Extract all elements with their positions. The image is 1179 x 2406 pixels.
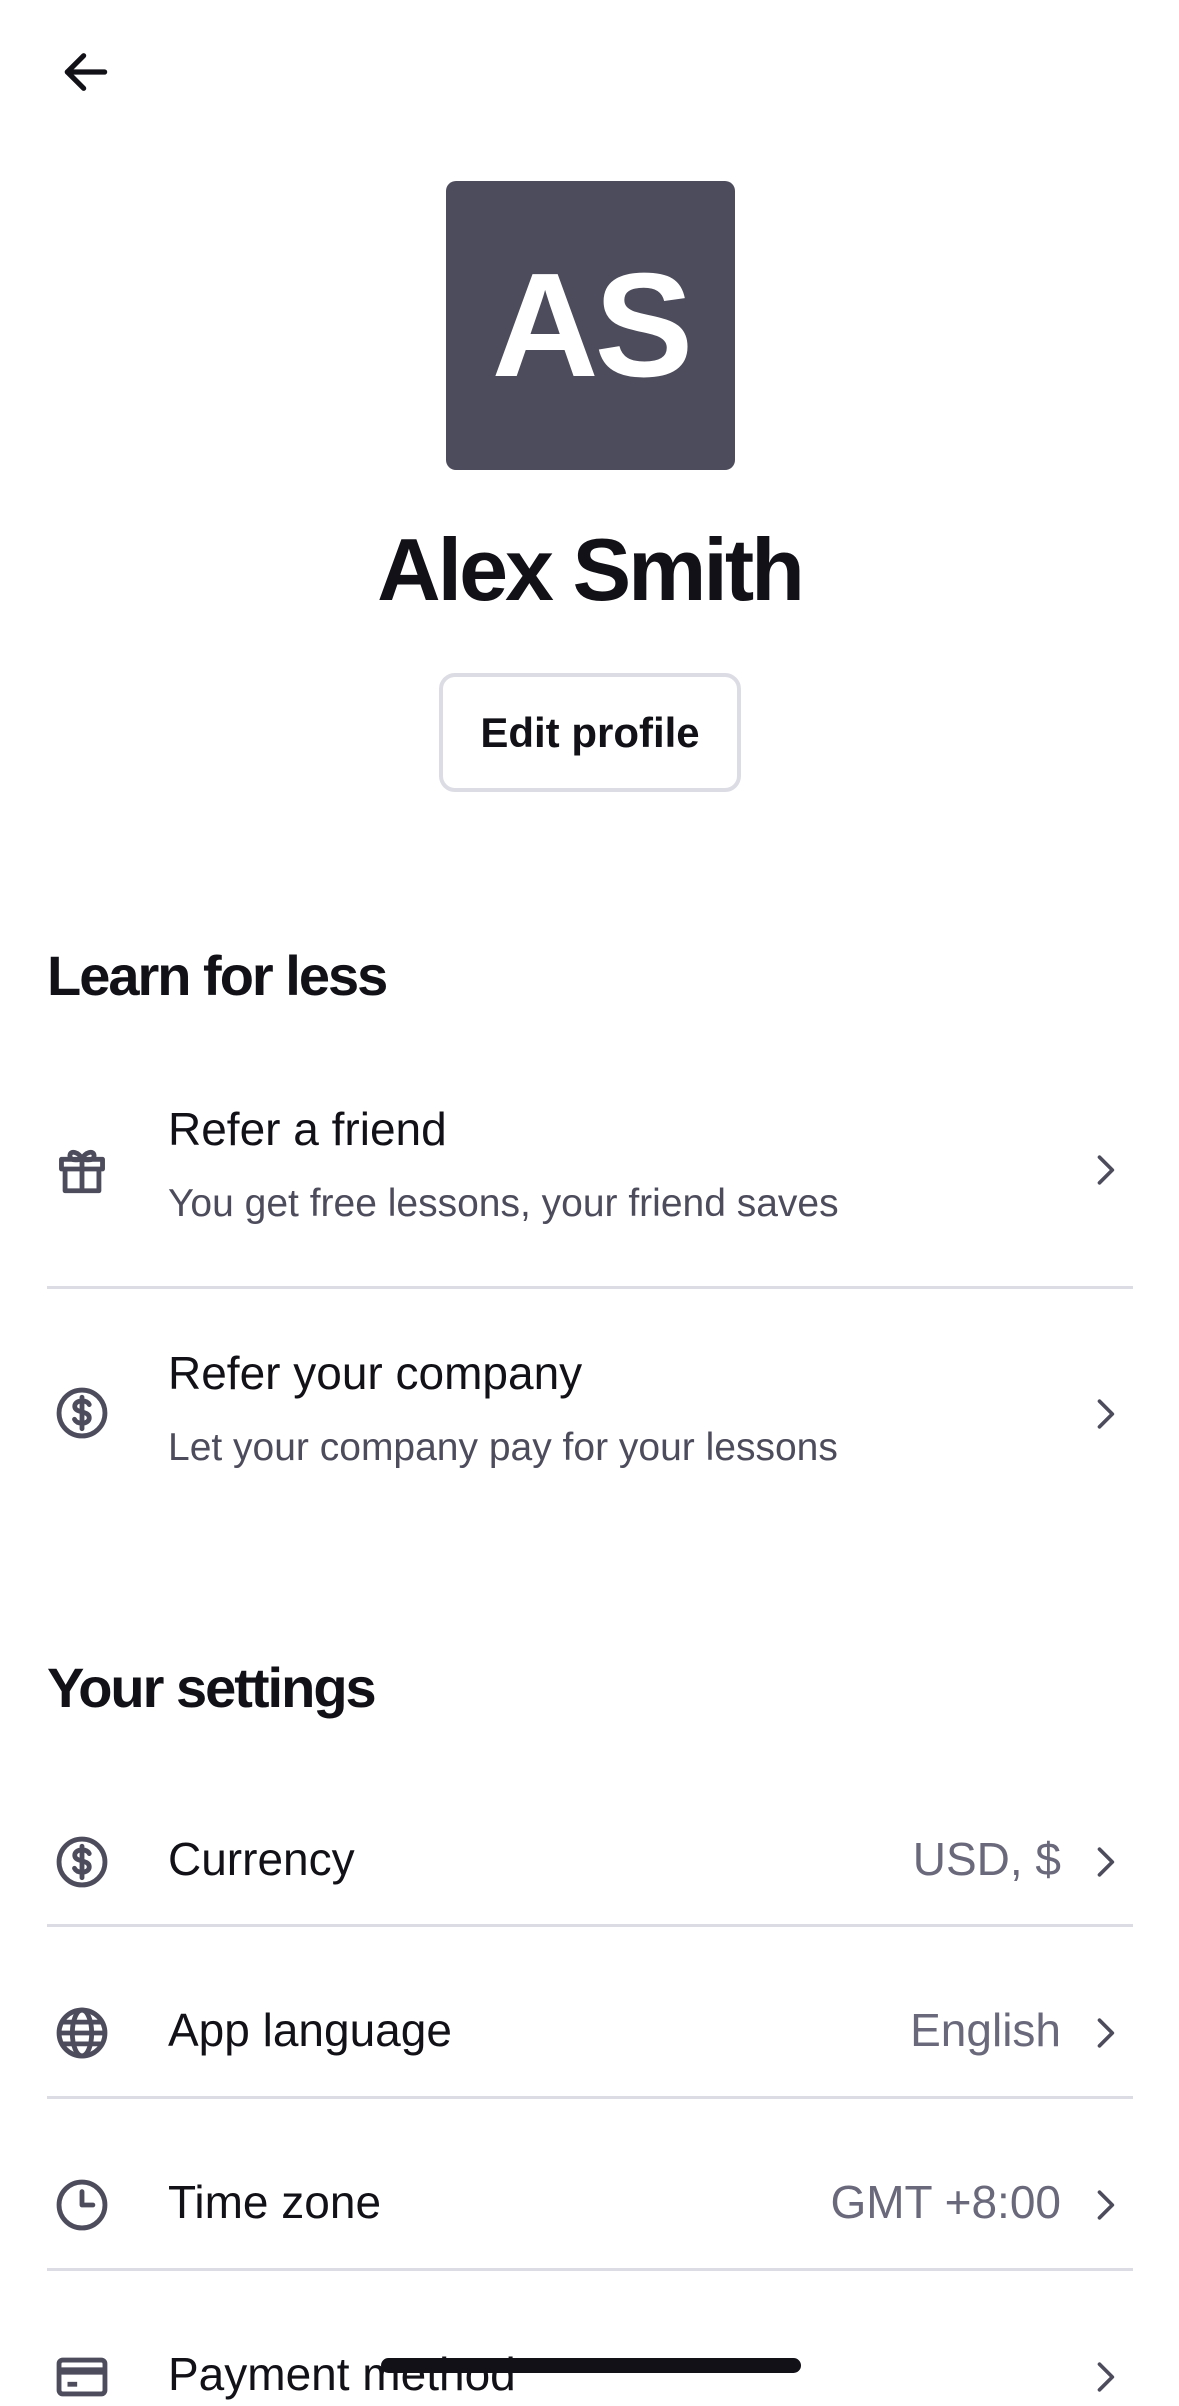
currency-row[interactable]: Currency USD, $	[47, 1798, 1133, 1926]
back-button[interactable]	[52, 40, 120, 108]
clock-icon	[53, 2176, 111, 2234]
refer-company-row[interactable]: Refer your company Let your company pay …	[47, 1342, 1133, 1532]
chevron-right-icon	[1083, 1392, 1127, 1436]
divider	[47, 2268, 1133, 2271]
divider	[47, 2096, 1133, 2099]
refer-company-subtitle: Let your company pay for your lessons	[168, 1426, 838, 1469]
refer-friend-subtitle: You get free lessons, your friend saves	[168, 1182, 839, 1225]
chevron-right-icon	[1083, 2011, 1127, 2055]
profile-name: Alex Smith	[377, 520, 805, 619]
dollar-circle-icon	[53, 1384, 111, 1442]
your-settings-heading: Your settings	[47, 1656, 377, 1719]
gift-icon	[53, 1140, 111, 1198]
app-language-value: English	[910, 2004, 1061, 2056]
chevron-right-icon	[1083, 1840, 1127, 1884]
refer-company-title: Refer your company	[168, 1347, 583, 1399]
credit-card-icon	[53, 2348, 111, 2406]
learn-for-less-heading: Learn for less	[47, 944, 388, 1007]
time-zone-label: Time zone	[168, 2176, 382, 2228]
edit-profile-button[interactable]: Edit profile	[439, 673, 741, 792]
chevron-right-icon	[1083, 2355, 1127, 2399]
chevron-right-icon	[1083, 2183, 1127, 2227]
divider	[47, 1924, 1133, 1927]
currency-label: Currency	[168, 1833, 355, 1885]
payment-method-label: Payment method	[168, 2348, 516, 2400]
avatar: AS	[446, 181, 735, 470]
refer-friend-row[interactable]: Refer a friend You get free lessons, you…	[47, 1098, 1133, 1288]
refer-friend-title: Refer a friend	[168, 1103, 447, 1155]
divider	[47, 1286, 1133, 1289]
arrow-left-icon	[58, 44, 114, 105]
currency-value: USD, $	[912, 1833, 1061, 1885]
globe-icon	[53, 2004, 111, 2062]
avatar-initials: AS	[491, 242, 694, 408]
time-zone-row[interactable]: Time zone GMT +8:00	[47, 2141, 1133, 2269]
dollar-circle-icon	[53, 1833, 111, 1891]
home-indicator[interactable]	[381, 2358, 801, 2373]
payment-method-row[interactable]: Payment method	[47, 2313, 1133, 2400]
chevron-right-icon	[1083, 1148, 1127, 1192]
time-zone-value: GMT +8:00	[830, 2176, 1061, 2228]
app-language-row[interactable]: App language English	[47, 1969, 1133, 2097]
app-language-label: App language	[168, 2004, 452, 2056]
